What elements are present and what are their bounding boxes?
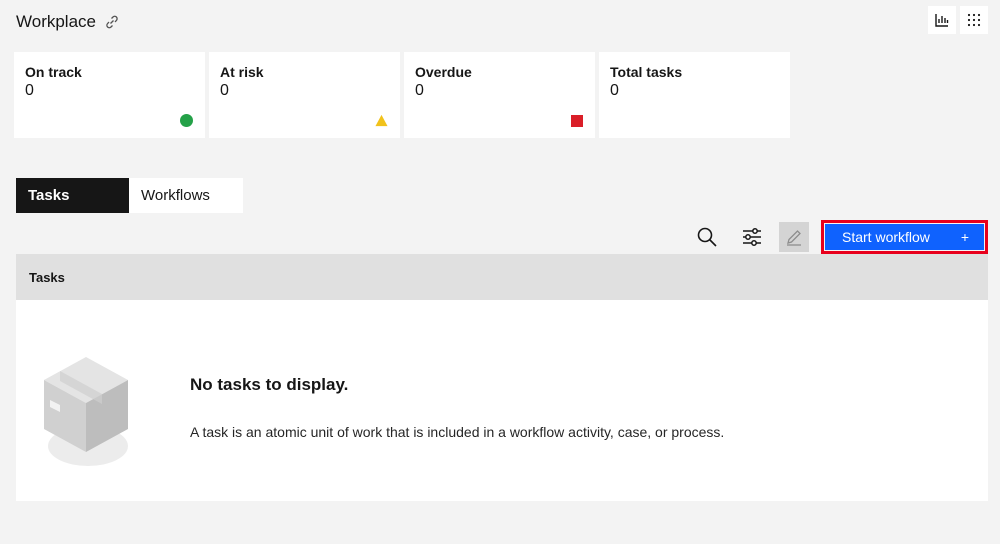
at-risk-status-icon: [375, 114, 388, 127]
plus-icon: +: [960, 229, 969, 245]
tile-label: At risk: [220, 64, 264, 80]
edit-icon[interactable]: [779, 222, 809, 252]
start-workflow-label: Start workflow: [842, 229, 930, 245]
empty-state: No tasks to display. A task is an atomic…: [16, 300, 988, 501]
tile-overdue[interactable]: Overdue 0: [404, 52, 595, 138]
tile-label: On track: [25, 64, 82, 80]
filter-icon[interactable]: [734, 219, 770, 255]
tile-value: 0: [25, 82, 34, 99]
page-header: Workplace: [16, 10, 120, 34]
tile-value: 0: [415, 82, 424, 99]
bar-chart-icon[interactable]: [928, 6, 956, 34]
tile-value: 0: [220, 82, 229, 99]
tile-at-risk[interactable]: At risk 0: [209, 52, 400, 138]
tile-label: Overdue: [415, 64, 472, 80]
tile-total-tasks[interactable]: Total tasks 0: [599, 52, 790, 138]
tab-tasks[interactable]: Tasks: [16, 178, 129, 213]
content-tabs: Tasks Workflows: [16, 178, 243, 213]
top-actions: [928, 6, 988, 34]
empty-state-description: A task is an atomic unit of work that is…: [190, 424, 725, 440]
tile-label: Total tasks: [610, 64, 683, 80]
tab-workflows[interactable]: Workflows: [129, 178, 243, 213]
start-workflow-button[interactable]: Start workflow +: [825, 224, 984, 250]
table-header: Tasks: [16, 254, 988, 300]
overdue-status-icon: [571, 115, 583, 127]
summary-tiles: On track 0 At risk 0 Overdue 0 Total tas…: [14, 52, 790, 138]
link-icon[interactable]: [104, 14, 120, 30]
tile-on-track[interactable]: On track 0: [14, 52, 205, 138]
grid-menu-icon[interactable]: [960, 6, 988, 34]
start-workflow-highlight: Start workflow +: [821, 220, 988, 254]
empty-box-icon: [44, 357, 128, 466]
table-toolbar: Start workflow +: [680, 219, 988, 255]
page-title: Workplace: [16, 12, 96, 31]
tile-value: 0: [610, 82, 619, 99]
search-icon[interactable]: [689, 219, 725, 255]
empty-state-title: No tasks to display.: [190, 375, 349, 394]
on-track-status-icon: [180, 114, 193, 127]
